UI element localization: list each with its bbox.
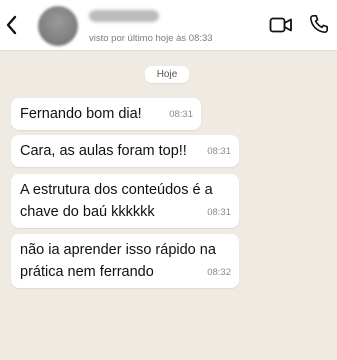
avatar[interactable] (38, 6, 78, 46)
message-time: 08:31 (207, 207, 231, 218)
voice-call-button[interactable] (309, 14, 329, 34)
message-text: prática nem ferrando (20, 264, 154, 280)
message-text: não ia aprender isso rápido na (20, 242, 216, 258)
message-bubble[interactable]: Cara, as aulas foram top!! 08:31 (11, 135, 239, 167)
contact-name-blurred[interactable] (89, 10, 159, 22)
chevron-left-icon (6, 15, 17, 35)
phone-icon (310, 15, 328, 33)
date-separator: Hoje (145, 66, 189, 83)
last-seen-status: visto por último hoje às 08:33 (89, 33, 213, 44)
message-bubble[interactable]: não ia aprender isso rápido na prática n… (11, 234, 239, 288)
message-text: Cara, as aulas foram top!! (20, 143, 187, 159)
chat-header: visto por último hoje às 08:33 (0, 0, 337, 50)
message-text: Fernando bom dia! (20, 106, 142, 122)
message-bubble[interactable]: Fernando bom dia! 08:31 (11, 98, 201, 130)
message-time: 08:32 (207, 267, 231, 278)
video-camera-icon (269, 17, 292, 33)
message-time: 08:31 (207, 146, 231, 157)
message-bubble[interactable]: A estrutura dos conteúdos é a chave do b… (11, 174, 239, 228)
message-time: 08:31 (169, 109, 193, 120)
message-text: chave do baú kkkkkk (20, 204, 155, 220)
video-call-button[interactable] (269, 16, 293, 34)
back-button[interactable] (3, 14, 21, 36)
message-text: A estrutura dos conteúdos é a (20, 182, 213, 198)
